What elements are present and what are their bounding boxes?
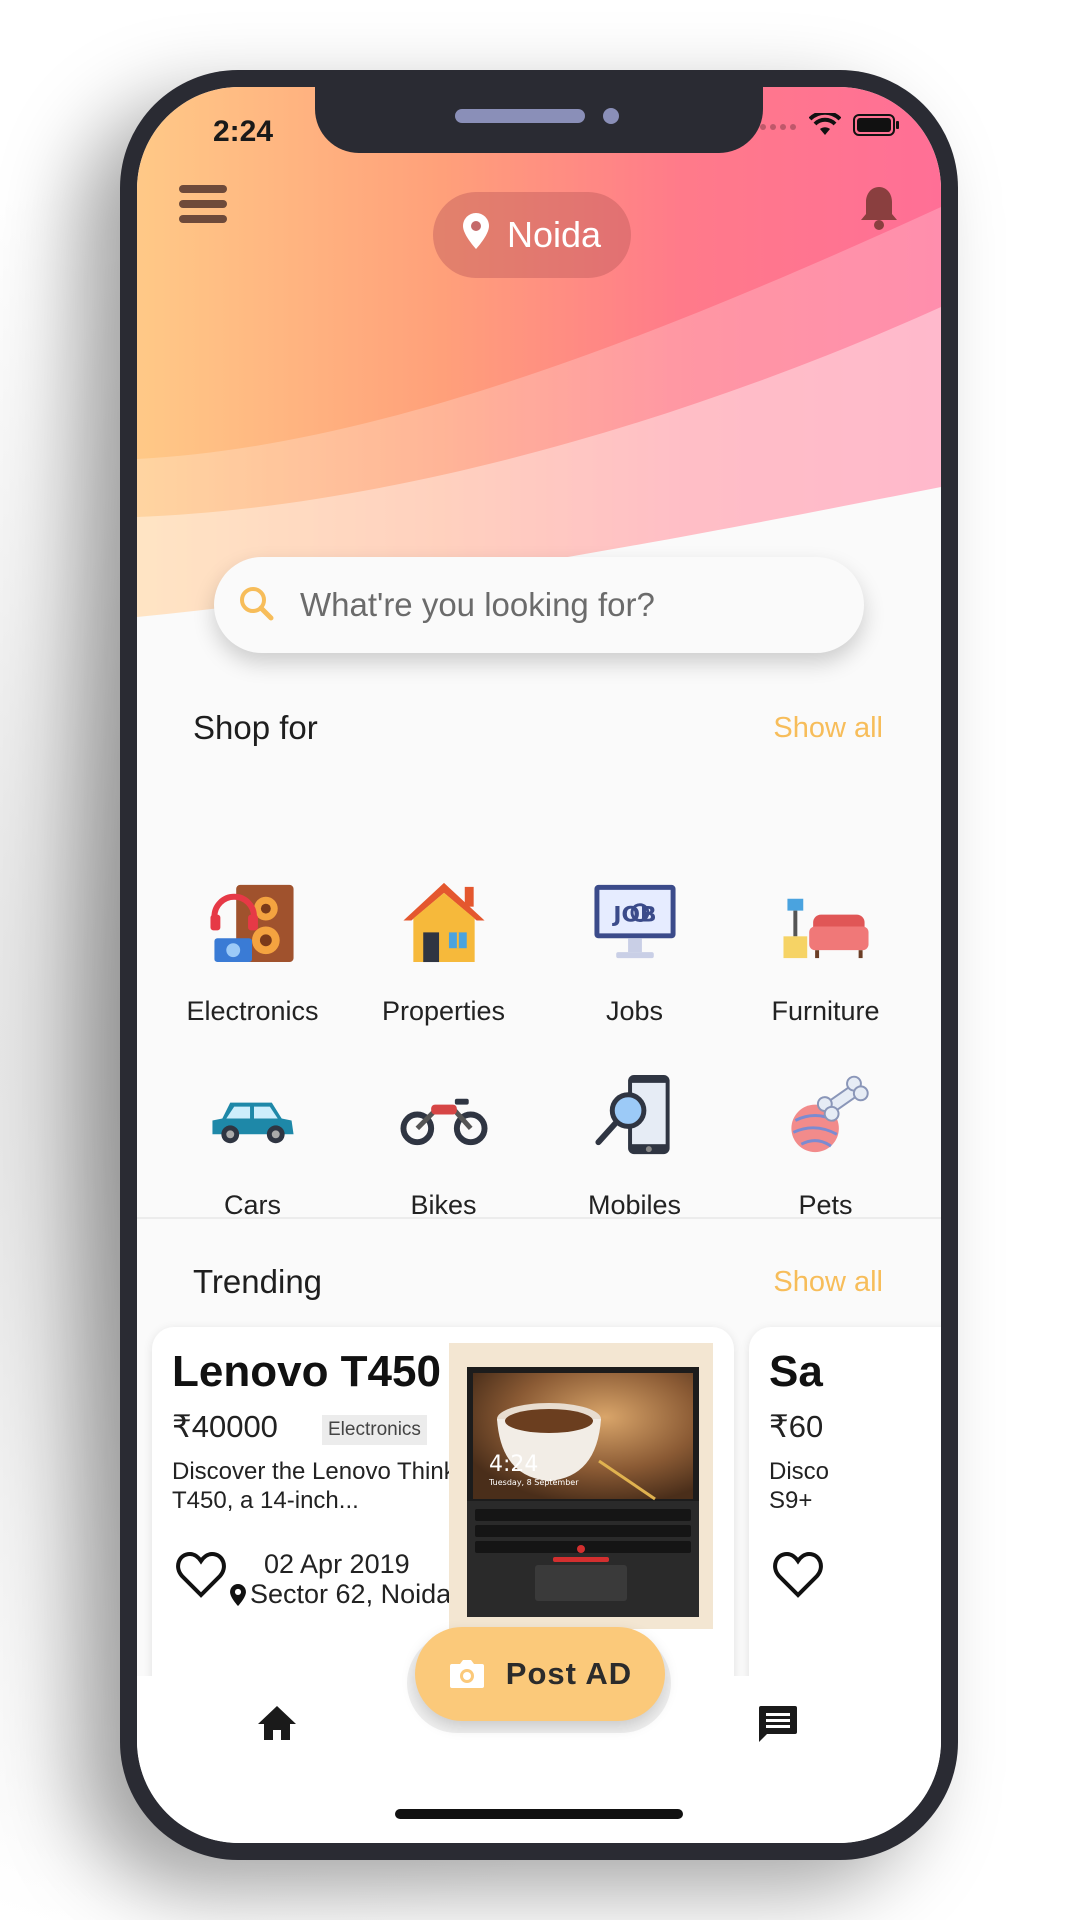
shop-for-title: Shop for [193, 709, 318, 746]
speaker-grille [455, 109, 585, 123]
home-indicator[interactable] [395, 1809, 683, 1819]
status-time: 2:24 [213, 115, 274, 148]
wifi-icon [808, 110, 842, 142]
front-camera [603, 108, 619, 124]
yarn-bone-icon [790, 1075, 869, 1153]
favorite-heart-icon[interactable] [176, 1551, 226, 1603]
card-description-line: S9+ [769, 1487, 813, 1514]
mobile-search-icon [594, 1074, 670, 1155]
phone-screen: 2:24 Noida What're you looking for? Shop… [137, 87, 941, 1843]
chat-icon[interactable] [757, 1704, 799, 1751]
device-stage: 2:24 Noida What're you looking for? Shop… [0, 0, 1080, 1920]
category-grid: Electronics Properties JOB Jobs Furnitur… [137, 857, 941, 1221]
photo-date: Tuesday, 8 September [488, 1478, 579, 1487]
map-pin-icon [462, 212, 489, 258]
card-photo-frame: 4:24 Tuesday, 8 September [449, 1343, 713, 1629]
favorite-heart-icon[interactable] [773, 1551, 823, 1603]
house-icon [402, 882, 485, 963]
card-title: Sa [769, 1347, 823, 1396]
trending-show-all-link[interactable]: Show all [773, 1266, 883, 1299]
post-ad-button[interactable]: Post AD [415, 1627, 665, 1721]
search-input[interactable] [298, 585, 822, 625]
category-label: Jobs [605, 996, 664, 1026]
hamburger-menu-icon[interactable] [179, 185, 227, 229]
notification-bell-icon[interactable] [859, 185, 899, 236]
post-ad-label: Post AD [505, 1656, 633, 1691]
card-location-label: Sector 62, Noida [250, 1579, 452, 1609]
category-cars[interactable]: Cars [157, 1051, 348, 1221]
category-furniture[interactable]: Furniture [730, 857, 921, 1027]
speaker-icon [209, 884, 294, 963]
card-price: ₹60 [769, 1409, 824, 1444]
card-location: Sector 62, Noida [230, 1579, 451, 1610]
shop-for-header: Shop for Show all [193, 709, 883, 747]
battery-icon [853, 113, 901, 142]
motorbike-icon [399, 1098, 488, 1146]
card-title: Lenovo T450 [172, 1347, 441, 1396]
category-mobiles[interactable]: Mobiles [539, 1051, 730, 1221]
search-bar[interactable] [214, 557, 864, 653]
trending-card[interactable]: Sa ₹60 Disco S9+ [749, 1327, 941, 1707]
card-description-line: Disco [769, 1458, 830, 1485]
section-divider [137, 1217, 941, 1219]
card-category-tag: Electronics [322, 1415, 427, 1445]
job-monitor-icon: JOB [593, 884, 676, 959]
card-date: 02 Apr 2019 [264, 1549, 410, 1579]
card-description: Disco S9+ [769, 1457, 941, 1515]
sofa-lamp-icon [782, 898, 869, 959]
home-icon[interactable] [256, 1704, 298, 1747]
category-properties[interactable]: Properties [348, 857, 539, 1027]
category-jobs[interactable]: JOB Jobs [539, 857, 730, 1027]
photo-clock: 4:24 [489, 1452, 538, 1477]
car-icon [211, 1102, 294, 1144]
trending-title: Trending [193, 1263, 323, 1300]
laptop-photo: 4:24 Tuesday, 8 September [449, 1343, 713, 1629]
location-label: Noida [506, 214, 602, 255]
trending-header: Trending Show all [193, 1263, 883, 1301]
phone-frame: 2:24 Noida What're you looking for? Shop… [120, 70, 958, 1860]
map-pin-icon [230, 1583, 246, 1606]
search-icon [238, 585, 274, 626]
signal-icon [759, 119, 797, 137]
category-electronics[interactable]: Electronics [157, 857, 348, 1027]
card-price: ₹40000 [172, 1409, 278, 1444]
shop-show-all-link[interactable]: Show all [773, 712, 883, 745]
category-bikes[interactable]: Bikes [348, 1051, 539, 1221]
category-label: Furniture [771, 996, 880, 1026]
location-selector[interactable]: Noida [433, 192, 631, 278]
notch [315, 87, 763, 153]
category-pets[interactable]: Pets [730, 1051, 921, 1221]
camera-icon [449, 1660, 484, 1688]
category-label: Electronics [186, 996, 319, 1026]
status-icons [759, 110, 901, 142]
category-label: Properties [381, 996, 506, 1026]
